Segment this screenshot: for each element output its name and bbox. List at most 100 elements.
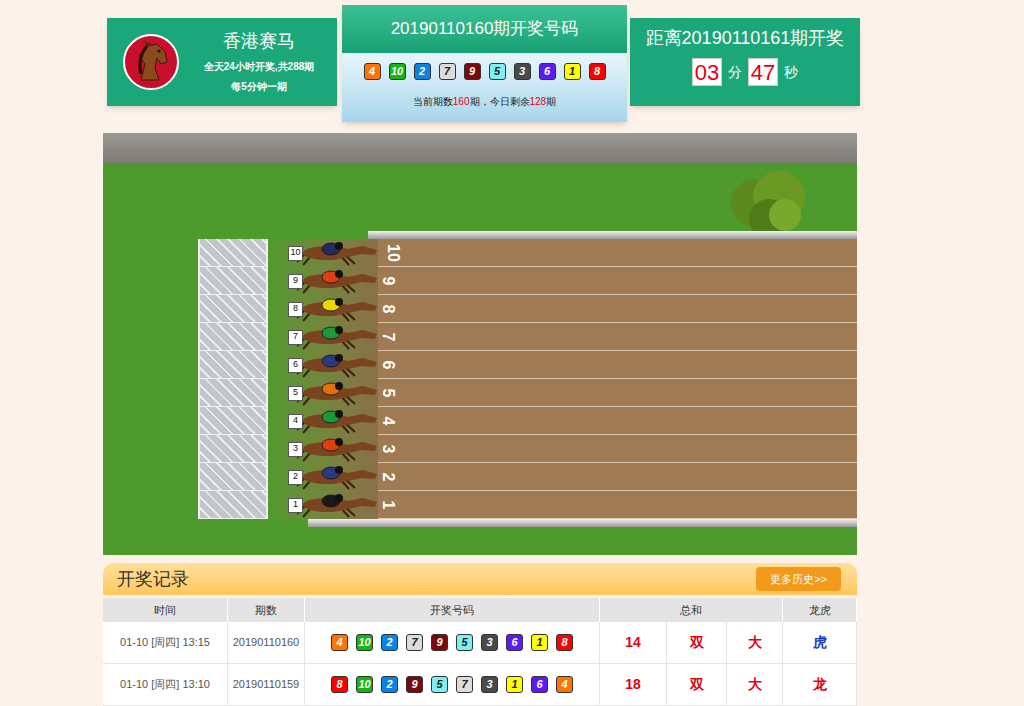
lane-number: 10 xyxy=(385,244,401,262)
starting-gate xyxy=(198,379,268,407)
starting-gate xyxy=(198,351,268,379)
number-ball: 3 xyxy=(481,634,498,651)
number-ball: 5 xyxy=(456,634,473,651)
number-ball: 7 xyxy=(406,634,423,651)
lane-number: 2 xyxy=(380,472,396,481)
more-history-button[interactable]: 更多历史>> xyxy=(756,567,841,591)
number-ball: 6 xyxy=(531,676,548,693)
time-cell: 01-10 [周四] 13:10 xyxy=(103,664,228,705)
brand-desc: 每5分钟一期 xyxy=(231,79,287,95)
lane-number: 4 xyxy=(380,416,396,425)
column-header: 期数 xyxy=(228,598,305,622)
saddle-number: 5 xyxy=(288,386,303,401)
table-header: 时间期数开奖号码总和龙虎 xyxy=(103,598,857,622)
number-ball: 6 xyxy=(506,634,523,651)
number-ball: 3 xyxy=(481,676,498,693)
issue-cell: 20190110159 xyxy=(228,664,305,705)
number-ball: 9 xyxy=(431,634,448,651)
number-ball: 1 xyxy=(531,634,548,651)
number-ball: 7 xyxy=(456,676,473,693)
lane: 77 xyxy=(103,323,857,351)
number-ball: 10 xyxy=(389,63,406,80)
column-header: 龙虎 xyxy=(783,598,857,622)
balls-cell: 4 10 27953618 xyxy=(305,622,600,663)
horse-icon xyxy=(297,268,381,294)
saddle-number: 6 xyxy=(288,358,303,373)
saddle-number: 1 xyxy=(288,498,303,513)
number-ball: 4 xyxy=(556,676,573,693)
number-ball: 9 xyxy=(464,63,481,80)
lane: 22 xyxy=(103,463,857,491)
horse-icon xyxy=(297,492,381,518)
lane-number: 6 xyxy=(380,360,396,369)
lane-number: 8 xyxy=(380,304,396,313)
horse-icon xyxy=(297,464,381,490)
starting-gate xyxy=(198,491,268,519)
table-row: 01-10 [周四] 13:15201901101604 10 279536181 4… xyxy=(103,622,857,664)
table-row: 01-10 [周四] 13:10201901101598102957316418… xyxy=(103,664,857,706)
current-draw-title: 20190110160期开奖号码 xyxy=(391,16,579,42)
number-ball: 2 xyxy=(381,634,398,651)
page: 香港赛马全天24小时开奖,共288期每5分钟一期 20190110160期开奖号码… xyxy=(0,0,1024,706)
draw-status: 当前期数160期，今日剩余128期 xyxy=(413,94,556,109)
result-cell: 虎 xyxy=(783,622,857,663)
number-ball: 3 xyxy=(514,63,531,80)
current-balls: 41027953618 xyxy=(364,63,606,80)
issue-cell: 20190110160 xyxy=(228,622,305,663)
number-ball: 8 xyxy=(556,634,573,651)
brand-desc: 全天24小时开奖,共288期 xyxy=(204,59,315,75)
number-ball: 1 xyxy=(564,63,581,80)
result-cell: 大 xyxy=(727,622,783,663)
saddle-number: 4 xyxy=(288,414,303,429)
lane: 44 xyxy=(103,407,857,435)
time-cell: 01-10 [周四] 13:15 xyxy=(103,622,228,663)
minutes-box: 03 xyxy=(692,58,722,86)
balls-cell: 81029573164 xyxy=(305,664,600,705)
countdown-timer: 03分47秒 xyxy=(692,58,798,86)
lane: 10 10 xyxy=(103,239,857,267)
column-header: 总和 xyxy=(600,598,783,622)
number-ball: 4 xyxy=(364,63,381,80)
number-ball: 9 xyxy=(406,676,423,693)
countdown-title: 距离20190110161期开奖 xyxy=(646,26,845,50)
horse-icon xyxy=(297,380,381,406)
starting-gate xyxy=(198,463,268,491)
lane: 33 xyxy=(103,435,857,463)
brand-title: 香港赛马 xyxy=(223,29,295,53)
saddle-number: 10 xyxy=(288,246,303,261)
result-cell: 龙 xyxy=(783,664,857,705)
saddle-number: 9 xyxy=(288,274,303,289)
result-cell: 大 xyxy=(727,664,783,705)
lane: 11 xyxy=(103,491,857,519)
number-ball: 2 xyxy=(414,63,431,80)
number-ball: 4 xyxy=(331,634,348,651)
saddle-number: 3 xyxy=(288,442,303,457)
lane: 66 xyxy=(103,351,857,379)
starting-gate xyxy=(198,407,268,435)
saddle-number: 7 xyxy=(288,330,303,345)
number-ball: 8 xyxy=(331,676,348,693)
header: 香港赛马全天24小时开奖,共288期每5分钟一期 20190110160期开奖号码… xyxy=(107,0,1024,122)
lane-number: 5 xyxy=(380,388,396,397)
records-header: 开奖记录更多历史>> xyxy=(103,563,857,595)
lane: 99 xyxy=(103,267,857,295)
lane: 55 xyxy=(103,379,857,407)
column-header: 开奖号码 xyxy=(305,598,600,622)
saddle-number: 8 xyxy=(288,302,303,317)
horse-icon xyxy=(297,436,381,462)
race-track: 1010998877665544332211 xyxy=(103,133,857,555)
starting-gate xyxy=(198,323,268,351)
brand-panel: 香港赛马全天24小时开奖,共288期每5分钟一期 xyxy=(107,18,337,106)
number-ball: 6 xyxy=(539,63,556,80)
column-header: 时间 xyxy=(103,598,228,622)
number-ball: 5 xyxy=(489,63,506,80)
seconds-box: 47 xyxy=(748,58,778,86)
horse-icon xyxy=(297,240,381,266)
records-panel: 开奖记录更多历史>>时间期数开奖号码总和龙虎01-10 [周四] 13:1520… xyxy=(103,563,857,706)
horse-icon xyxy=(297,352,381,378)
number-ball: 5 xyxy=(431,676,448,693)
number-ball: 10 xyxy=(356,634,373,651)
lane-number: 1 xyxy=(380,500,396,509)
lane-number: 7 xyxy=(380,332,396,341)
horse-icon xyxy=(297,408,381,434)
